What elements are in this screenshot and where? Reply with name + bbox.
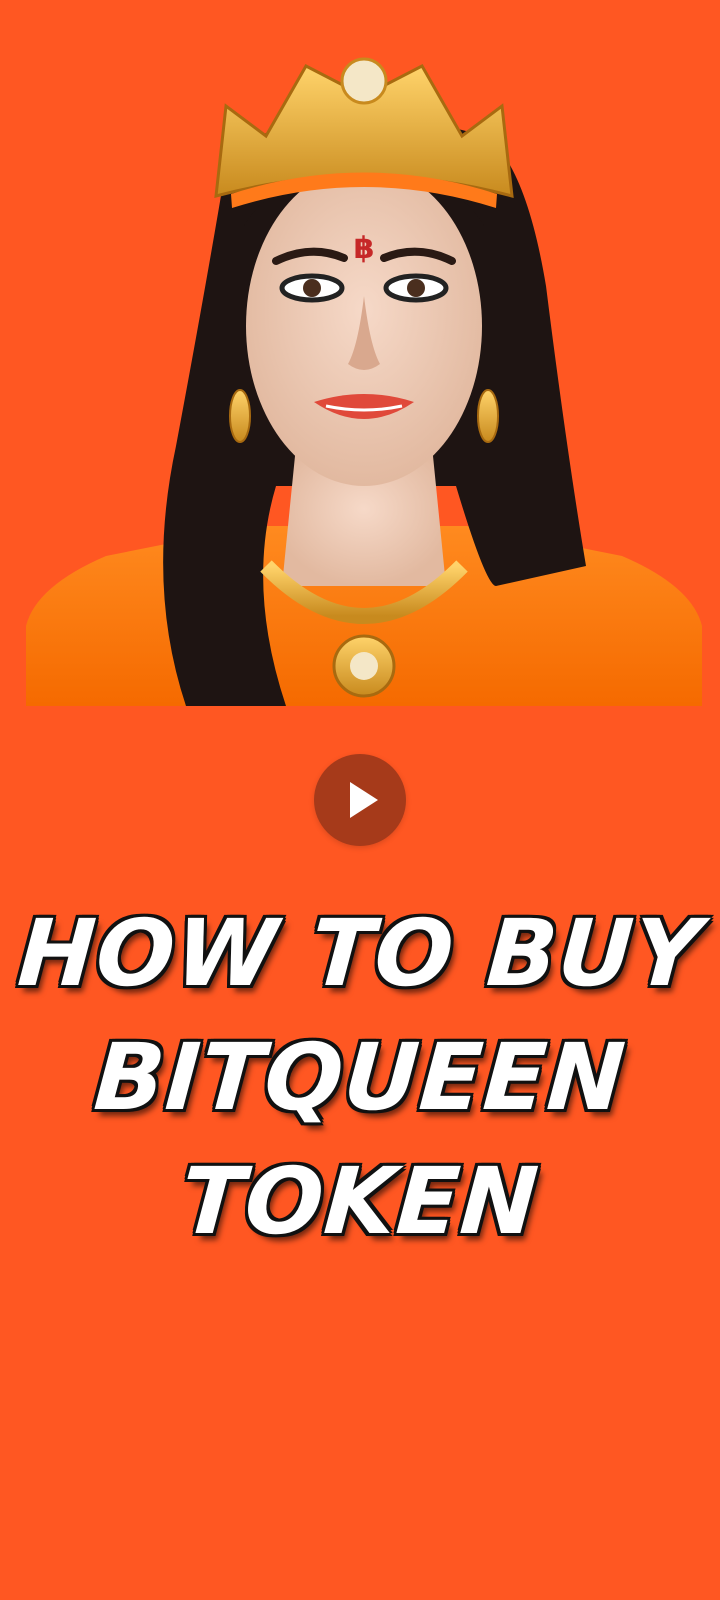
- headline-line-3: TOKEN: [177, 1148, 543, 1255]
- headline: HOW TO BUY BITQUEEN TOKEN: [0, 892, 720, 1264]
- hero-portrait-image: ฿: [26, 26, 702, 706]
- headline-line-1: HOW TO BUY: [14, 900, 706, 1007]
- play-icon: [350, 782, 378, 818]
- crown-shape: [214, 57, 514, 208]
- headline-line-2: BITQUEEN: [90, 1024, 630, 1131]
- screen: ฿ HOW TO BUY BITQUEEN TOKEN: [0, 0, 720, 1600]
- play-video-button[interactable]: [314, 754, 406, 846]
- forehead-bitcoin-symbol: ฿: [354, 231, 375, 266]
- portrait-illustration: ฿: [26, 57, 702, 706]
